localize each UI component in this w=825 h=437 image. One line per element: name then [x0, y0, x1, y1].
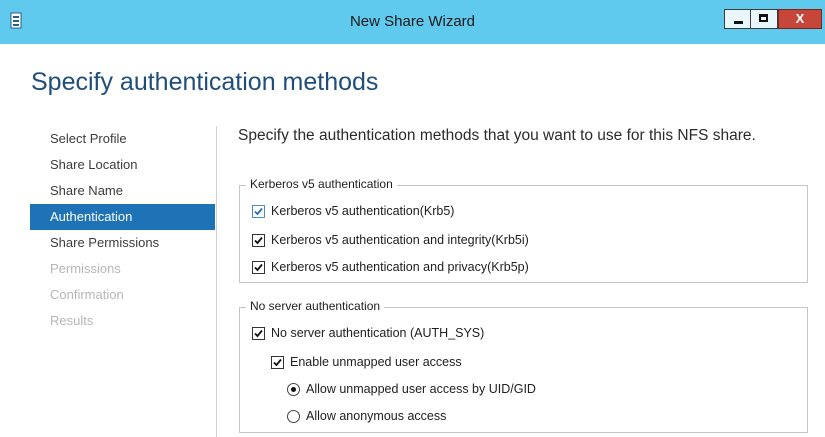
krb5i-checkbox[interactable]	[252, 233, 265, 247]
krb5p-label: Kerberos v5 authentication and privacy(K…	[271, 260, 529, 274]
checkmark-icon	[273, 358, 282, 366]
krb5p-option[interactable]: Kerberos v5 authentication and privacy(K…	[252, 260, 529, 274]
checkmark-icon	[254, 236, 263, 244]
checkmark-icon	[254, 207, 263, 215]
auth-sys-label: No server authentication (AUTH_SYS)	[271, 326, 485, 340]
unmapped-access-option[interactable]: Enable unmapped user access	[271, 355, 462, 369]
minimize-icon	[734, 21, 743, 24]
maximize-icon	[759, 14, 768, 22]
krb5-checkbox[interactable]	[252, 204, 265, 218]
uid-gid-option[interactable]: Allow unmapped user access by UID/GID	[287, 382, 536, 396]
anonymous-option[interactable]: Allow anonymous access	[287, 409, 446, 423]
nav-item-confirmation: Confirmation	[50, 287, 124, 302]
uid-gid-label: Allow unmapped user access by UID/GID	[306, 382, 536, 396]
nav-divider	[216, 126, 217, 437]
auth-sys-option[interactable]: No server authentication (AUTH_SYS)	[252, 326, 484, 340]
anonymous-label: Allow anonymous access	[306, 409, 447, 423]
no-server-auth-group-legend: No server authentication	[246, 299, 385, 313]
nav-item-select-profile[interactable]: Select Profile	[30, 126, 215, 152]
krb5-option[interactable]: Kerberos v5 authentication(Krb5)	[252, 204, 454, 218]
nav-item-permissions: Permissions	[50, 261, 121, 276]
krb5i-option[interactable]: Kerberos v5 authentication and integrity…	[252, 233, 529, 247]
close-icon: X	[795, 11, 805, 26]
auth-sys-checkbox[interactable]	[252, 326, 265, 340]
title-bar[interactable]: New Share Wizard X	[0, 0, 825, 44]
nav-item-results: Results	[50, 313, 94, 328]
uid-gid-radio[interactable]	[287, 382, 300, 396]
krb5-label: Kerberos v5 authentication(Krb5)	[271, 204, 455, 218]
checkmark-icon	[254, 263, 263, 271]
nav-item-share-location[interactable]: Share Location	[30, 152, 215, 178]
close-button[interactable]: X	[778, 9, 822, 29]
unmapped-access-label: Enable unmapped user access	[290, 355, 462, 369]
radio-selected-dot	[291, 386, 296, 392]
page-title: Specify authentication methods	[31, 68, 379, 96]
krb5p-checkbox[interactable]	[252, 260, 265, 274]
krb5i-label: Kerberos v5 authentication and integrity…	[271, 233, 529, 247]
wizard-nav: Select Profile Share Location Share Name…	[30, 126, 215, 334]
minimize-button[interactable]	[724, 9, 751, 29]
unmapped-access-checkbox[interactable]	[271, 355, 284, 369]
anonymous-radio[interactable]	[287, 409, 300, 423]
nav-item-share-name[interactable]: Share Name	[30, 178, 215, 204]
checkmark-icon	[254, 329, 263, 337]
nav-item-authentication[interactable]: Authentication	[30, 204, 215, 230]
instructions-text: Specify the authentication methods that …	[238, 127, 756, 144]
maximize-button[interactable]	[751, 9, 778, 29]
kerberos-group-legend: Kerberos v5 authentication	[246, 177, 397, 191]
window-title: New Share Wizard	[349, 13, 476, 30]
nav-item-share-permissions[interactable]: Share Permissions	[30, 230, 215, 256]
